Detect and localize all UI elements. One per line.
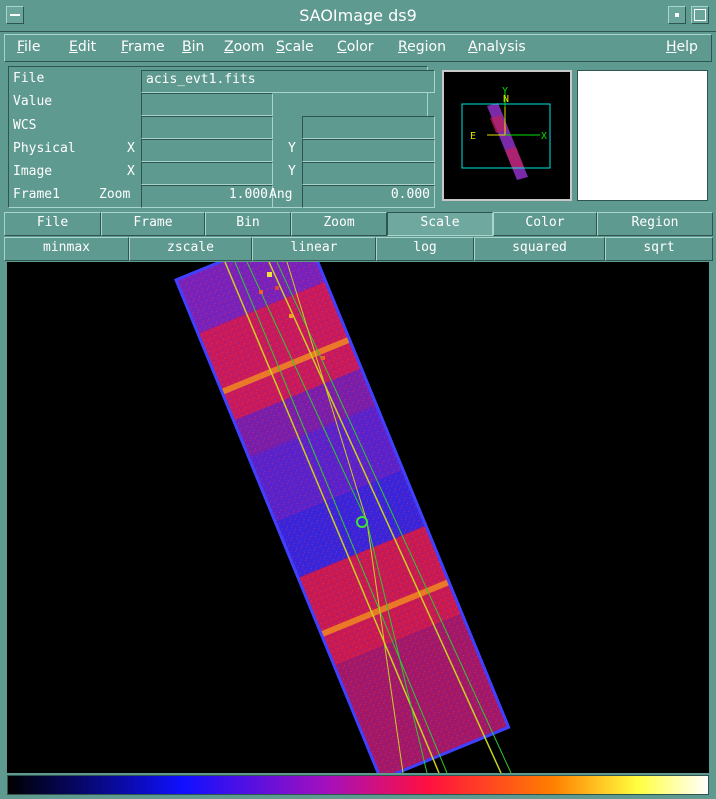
btn-linear[interactable]: linear <box>252 237 376 261</box>
physical-x-label: X <box>127 141 135 156</box>
physical-y-label: Y <box>288 141 296 156</box>
menu-help[interactable]: Help <box>666 39 698 55</box>
image-x-label: X <box>127 164 135 179</box>
minimize-icon <box>675 13 679 17</box>
panner-x-label: X <box>541 131 547 142</box>
image-y-label: Y <box>288 164 296 179</box>
btn-log[interactable]: log <box>376 237 474 261</box>
colorbar[interactable] <box>7 775 709 795</box>
physical-y-field <box>302 139 435 162</box>
image-canvas[interactable] <box>7 262 709 773</box>
menu-color[interactable]: Color <box>337 39 374 55</box>
btn-minmax[interactable]: minmax <box>4 237 129 261</box>
image-x-field <box>141 162 273 185</box>
file-field: acis_evt1.fits <box>141 70 435 93</box>
maximize-button[interactable] <box>691 6 709 24</box>
panner-view: E N X Y <box>461 86 551 180</box>
wcs-y-field <box>302 116 435 139</box>
value-label: Value <box>13 94 53 109</box>
btn-zoom[interactable]: Zoom <box>291 212 387 236</box>
zoom-label: Zoom <box>99 187 131 202</box>
ang-field: 0.000 <box>302 185 435 208</box>
image-y-field <box>302 162 435 185</box>
menu-bar: File Edit Frame Bin Zoom Scale Color Reg… <box>4 34 712 62</box>
physical-label: Physical <box>13 141 76 156</box>
panner[interactable]: E N X Y <box>442 70 572 201</box>
menu-bin[interactable]: Bin <box>182 39 204 55</box>
btn-frame[interactable]: Frame <box>101 212 205 236</box>
menu-edit[interactable]: Edit <box>69 39 96 55</box>
panner-e-label: E <box>470 131 476 142</box>
magnifier <box>577 70 708 201</box>
btn-sqrt[interactable]: sqrt <box>605 237 713 261</box>
value-field <box>141 93 273 116</box>
colorbar-gradient <box>8 776 708 794</box>
menu-scale[interactable]: Scale <box>276 39 314 55</box>
ang-label: Ang <box>269 187 293 202</box>
menu-frame[interactable]: Frame <box>121 39 165 55</box>
btn-file[interactable]: File <box>4 212 101 236</box>
minimize-button[interactable] <box>668 6 686 24</box>
btn-squared[interactable]: squared <box>474 237 605 261</box>
menu-zoom[interactable]: Zoom <box>224 39 264 55</box>
btn-zscale[interactable]: zscale <box>129 237 252 261</box>
window-title: SAOImage ds9 <box>299 6 417 25</box>
file-label: File <box>13 71 45 86</box>
btn-color[interactable]: Color <box>493 212 597 236</box>
menu-region[interactable]: Region <box>398 39 446 55</box>
image-display <box>174 262 512 773</box>
menu-file[interactable]: File <box>17 39 40 55</box>
btn-bin[interactable]: Bin <box>205 212 291 236</box>
panner-y-label: Y <box>502 86 508 97</box>
wcs-x-field <box>141 116 273 139</box>
zoom-field: 1.000 <box>141 185 273 208</box>
menu-analysis[interactable]: Analysis <box>468 39 526 55</box>
wcs-label: WCS <box>13 118 37 133</box>
info-panel: File acis_evt1.fits Value WCS Physical X… <box>8 66 435 208</box>
btn-region[interactable]: Region <box>597 212 713 236</box>
image-label: Image <box>13 164 53 179</box>
physical-x-field <box>141 139 273 162</box>
btn-scale[interactable]: Scale <box>387 212 493 236</box>
frame-label: Frame1 <box>13 187 60 202</box>
maximize-icon <box>694 9 706 21</box>
